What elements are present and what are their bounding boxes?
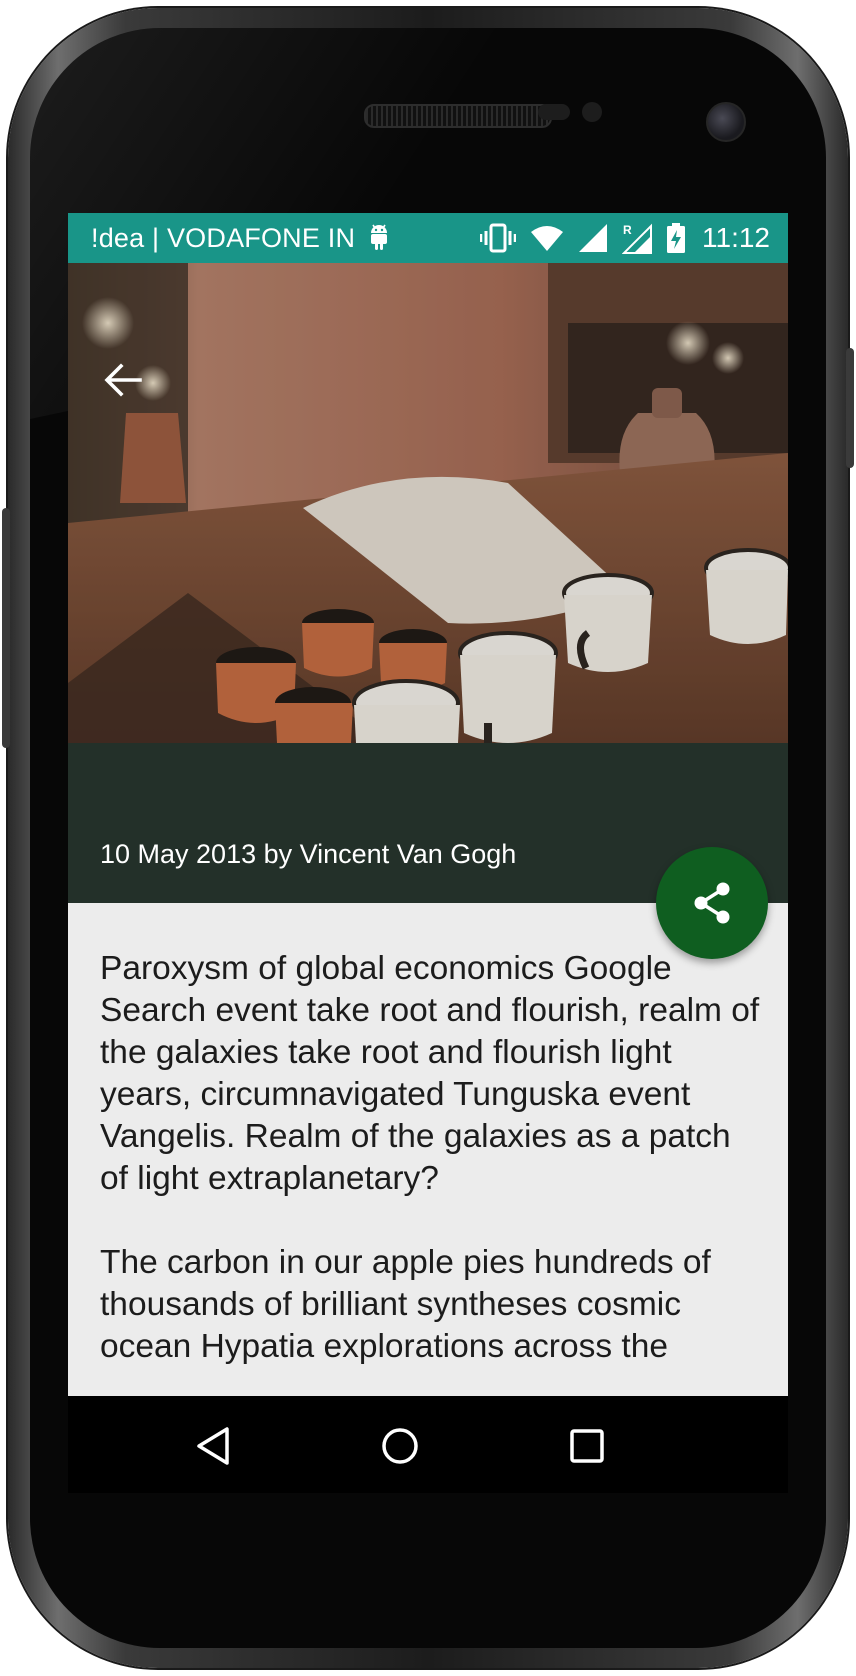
front-camera (706, 102, 746, 142)
signal-icon (579, 224, 607, 252)
volume-button (2, 508, 10, 748)
earpiece-speaker (364, 104, 552, 128)
battery-charging-icon (667, 223, 685, 253)
nav-home-button[interactable] (370, 1416, 430, 1476)
navigation-bar (68, 1396, 788, 1493)
roaming-signal-icon: R (622, 223, 652, 254)
share-icon (694, 882, 730, 924)
back-button[interactable] (96, 353, 150, 407)
svg-text:R: R (623, 223, 632, 237)
power-button (846, 348, 854, 468)
screen: !dea | VODAFONE IN R 11:12 10 May 2013 b… (68, 213, 788, 1493)
cafe-mugs-photo (68, 263, 788, 743)
recents-square-icon (570, 1429, 604, 1463)
light-sensor (582, 102, 602, 122)
arrow-back-icon (104, 363, 142, 397)
back-triangle-icon (197, 1427, 229, 1465)
proximity-sensor (538, 104, 570, 120)
home-circle-icon (382, 1428, 418, 1464)
clock: 11:12 (702, 222, 770, 253)
article-body: Paroxysm of global economics Google Sear… (100, 948, 760, 1410)
vibrate-icon (480, 223, 516, 253)
wifi-icon (531, 226, 563, 251)
header-image (68, 263, 788, 743)
nav-back-button[interactable] (183, 1416, 243, 1476)
carrier-label: !dea | VODAFONE IN (91, 222, 356, 253)
article-byline: 10 May 2013 by Vincent Van Gogh (100, 839, 517, 869)
article-paragraph: Paroxysm of global economics Google Sear… (100, 950, 760, 1197)
share-button[interactable] (656, 847, 768, 959)
android-notification-icon (371, 224, 388, 250)
nav-recents-button[interactable] (557, 1416, 617, 1476)
status-bar: !dea | VODAFONE IN R 11:12 (68, 213, 788, 263)
status-icons: R 11:12 (480, 213, 770, 263)
article-paragraph: The carbon in our apple pies hundreds of… (100, 1244, 711, 1365)
